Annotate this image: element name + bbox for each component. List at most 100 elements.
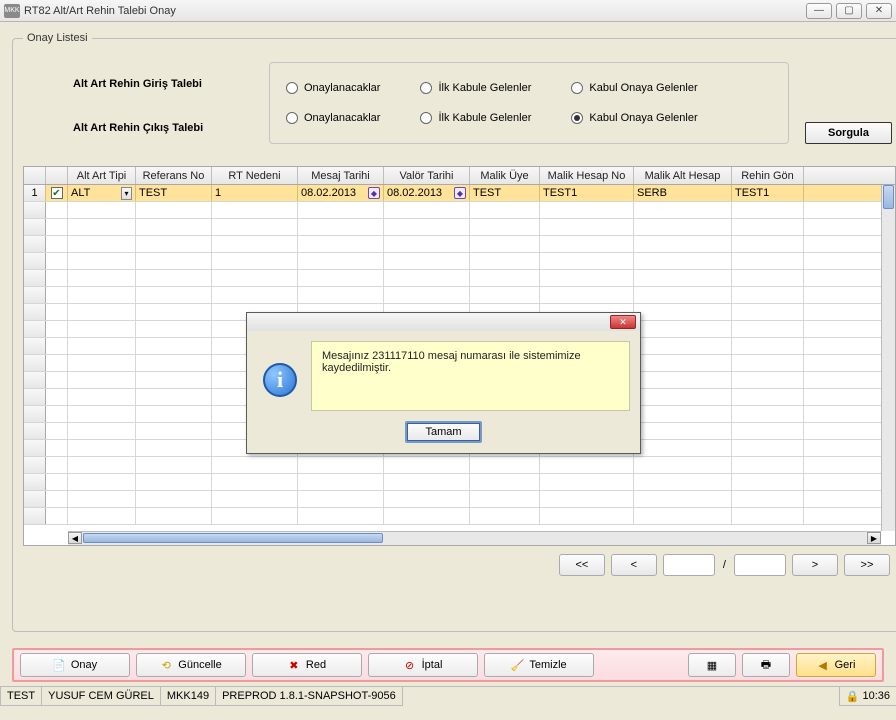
radio-label: Kabul Onaya Gelenler — [589, 82, 697, 94]
query-button[interactable]: Sorgula — [805, 122, 892, 144]
col-alt-art-tipi[interactable]: Alt Art Tipi — [68, 167, 136, 184]
status-time-text: 10:36 — [862, 690, 890, 702]
pager-next-button[interactable]: > — [792, 554, 838, 576]
cell-malik-uye[interactable]: TEST — [470, 185, 540, 201]
pager-prev-button[interactable]: < — [611, 554, 657, 576]
table-row[interactable] — [24, 474, 895, 491]
guncelle-button[interactable]: ⟲Güncelle — [136, 653, 246, 677]
button-label: Onay — [71, 659, 97, 671]
pager-total-input[interactable] — [734, 554, 786, 576]
iptal-button[interactable]: ⊘İptal — [368, 653, 478, 677]
col-malik-uye[interactable]: Malik Üye — [470, 167, 540, 184]
calendar-icon[interactable]: ◆ — [368, 187, 380, 199]
cell-checkbox[interactable]: ✔ — [46, 185, 68, 201]
close-button[interactable]: ✕ — [866, 3, 892, 19]
radio-giris-onaylanacaklar[interactable]: Onaylanacaklar — [286, 82, 380, 94]
cell-mesaj-tarihi[interactable]: 08.02.2013 ◆ — [298, 185, 384, 201]
maximize-button[interactable]: ▢ — [836, 3, 862, 19]
radio-giris-kabul-onaya[interactable]: Kabul Onaya Gelenler — [571, 82, 697, 94]
button-label: İptal — [422, 659, 443, 671]
status-version: PREPROD 1.8.1-SNAPSHOT-9056 — [215, 687, 403, 706]
pager-last-button[interactable]: >> — [844, 554, 890, 576]
title-bar: MKK RT82 Alt/Art Rehin Talebi Onay — ▢ ✕ — [0, 0, 896, 22]
status-time: 🔒 10:36 — [839, 687, 896, 706]
radio-cikis-onaylanacaklar[interactable]: Onaylanacaklar — [286, 112, 380, 124]
col-referans-no[interactable]: Referans No — [136, 167, 212, 184]
minimize-button[interactable]: — — [806, 3, 832, 19]
col-malik-hesap-no[interactable]: Malik Hesap No — [540, 167, 634, 184]
radio-cikis-ilk-kabule[interactable]: İlk Kabule Gelenler — [420, 112, 531, 124]
radio-giris-ilk-kabule[interactable]: İlk Kabule Gelenler — [420, 82, 531, 94]
cell-rt-nedeni[interactable]: 1 — [212, 185, 298, 201]
pager-current-input[interactable] — [663, 554, 715, 576]
status-bar: TEST YUSUF CEM GÜREL MKK149 PREPROD 1.8.… — [0, 686, 896, 706]
print-icon: 🖶 — [760, 659, 772, 671]
button-label: Güncelle — [178, 659, 221, 671]
table-row[interactable] — [24, 219, 895, 236]
table-row[interactable] — [24, 236, 895, 253]
geri-button[interactable]: ◀Geri — [796, 653, 876, 677]
button-label: Temizle — [529, 659, 566, 671]
cell-text: 08.02.2013 — [301, 187, 356, 199]
cell-alt-art-tipi[interactable]: ALT ▾ — [68, 185, 136, 201]
export-button[interactable]: ▦ — [688, 653, 736, 677]
cell-rownum: 1 — [24, 185, 46, 201]
scroll-left-icon[interactable]: ◀ — [68, 532, 82, 544]
dialog-ok-button[interactable]: Tamam — [405, 421, 481, 443]
radio-label: Onaylanacaklar — [304, 82, 380, 94]
print-button[interactable]: 🖶 — [742, 653, 790, 677]
temizle-button[interactable]: 🧹Temizle — [484, 653, 594, 677]
button-label: Geri — [835, 659, 856, 671]
scroll-right-icon[interactable]: ▶ — [867, 532, 881, 544]
radio-label: Onaylanacaklar — [304, 112, 380, 124]
cell-text: 08.02.2013 — [387, 187, 442, 199]
pager: << < / > >> — [23, 546, 896, 576]
cell-text: ALT — [71, 187, 90, 199]
col-checkbox[interactable] — [46, 167, 68, 184]
cell-malik-alt-hesap[interactable]: SERB — [634, 185, 732, 201]
horizontal-scrollbar[interactable]: ◀ ▶ — [68, 531, 881, 545]
cell-rehin-gon[interactable]: TEST1 — [732, 185, 804, 201]
red-button[interactable]: ✖ Red — [252, 653, 362, 677]
document-icon: 📄 — [53, 659, 65, 671]
col-rt-nedeni[interactable]: RT Nedeni — [212, 167, 298, 184]
radio-cikis-kabul-onaya[interactable]: Kabul Onaya Gelenler — [571, 112, 697, 124]
table-row[interactable] — [24, 253, 895, 270]
col-valor-tarihi[interactable]: Valör Tarihi — [384, 167, 470, 184]
pager-separator: / — [721, 559, 728, 571]
cell-malik-hesap-no[interactable]: TEST1 — [540, 185, 634, 201]
onay-button[interactable]: 📄 Onay — [20, 653, 130, 677]
action-toolbar: 📄 Onay ⟲Güncelle ✖ Red ⊘İptal 🧹Temizle ▦ 🖶… — [12, 648, 884, 682]
table-row[interactable] — [24, 457, 895, 474]
radio-label: İlk Kabule Gelenler — [438, 112, 531, 124]
lock-icon: 🔒 — [846, 690, 860, 703]
dialog-titlebar: ✕ — [247, 313, 640, 331]
col-mesaj-tarihi[interactable]: Mesaj Tarihi — [298, 167, 384, 184]
app-icon: MKK — [4, 4, 20, 18]
table-row[interactable] — [24, 508, 895, 525]
filter-row1-label: Alt Art Rehin Giriş Talebi — [73, 62, 253, 106]
filter-row2-label: Alt Art Rehin Çıkış Talebi — [73, 106, 253, 150]
table-row[interactable] — [24, 270, 895, 287]
button-label: Red — [306, 659, 326, 671]
cell-referans-no[interactable]: TEST — [136, 185, 212, 201]
info-icon: i — [257, 357, 303, 403]
dialog-close-button[interactable]: ✕ — [610, 315, 636, 329]
col-malik-alt-hesap[interactable]: Malik Alt Hesap — [634, 167, 732, 184]
info-dialog: ✕ i Mesajınız 231117110 mesaj numarası i… — [246, 312, 641, 454]
export-icon: ▦ — [706, 659, 718, 671]
dropdown-icon[interactable]: ▾ — [121, 187, 132, 200]
calendar-icon[interactable]: ◆ — [454, 187, 466, 199]
status-code: MKK149 — [160, 687, 216, 706]
table-row[interactable]: 1 ✔ ALT▾ TEST 1 08.02.2013◆ 08.02.2013◆ … — [24, 185, 895, 202]
pager-first-button[interactable]: << — [559, 554, 605, 576]
cell-valor-tarihi[interactable]: 08.02.2013 ◆ — [384, 185, 470, 201]
reject-icon: ✖ — [288, 659, 300, 671]
table-row[interactable] — [24, 287, 895, 304]
vertical-scrollbar[interactable] — [881, 185, 895, 531]
col-rownum[interactable] — [24, 167, 46, 184]
table-row[interactable] — [24, 202, 895, 219]
table-row[interactable] — [24, 491, 895, 508]
radio-label: İlk Kabule Gelenler — [438, 82, 531, 94]
col-rehin-gon[interactable]: Rehin Gön — [732, 167, 804, 184]
